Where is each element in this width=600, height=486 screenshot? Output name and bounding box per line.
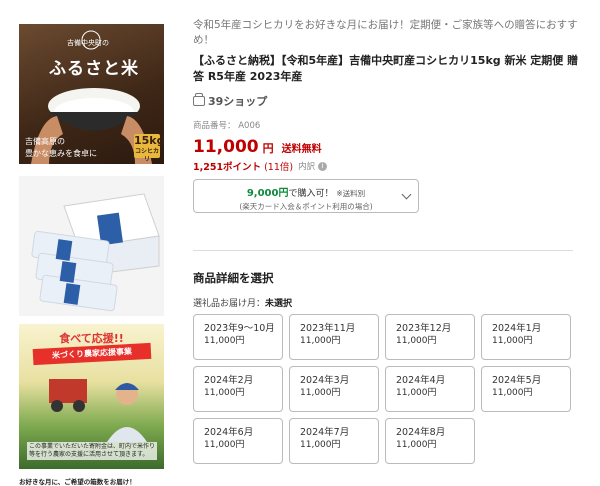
option-2024-04[interactable]: 2024年4月 11,000円 [385,366,475,412]
points-breakdown-link[interactable]: 内訳 [298,160,315,172]
weight-badge-amount: 15kg [134,134,164,147]
rice-image-sub-label: 吉備中央町の [67,39,109,47]
price-value: 11,000 [193,137,259,157]
rice-bags-illustration [31,193,160,312]
option-2023-11[interactable]: 2023年11月 11,000円 [289,314,379,360]
option-date: 2023年12月 [396,323,452,334]
option-price: 11,000円 [492,336,533,346]
card-offer-condition: (楽天カード入会＆ポイント利用の場合) [239,202,373,211]
option-date: 2024年6月 [204,427,254,438]
option-2023-12[interactable]: 2023年12月 11,000円 [385,314,475,360]
card-offer-dropdown[interactable]: 9,000円で購入可！ ※送料別 (楽天カード入会＆ポイント利用の場合) [193,179,419,213]
option-price: 11,000円 [300,388,341,398]
product-title: 【ふるさと納税】【令和5年産】吉備中央町産コシヒカリ15kg 新米 定期便 贈答… [193,54,579,83]
info-icon[interactable]: i [318,161,328,171]
option-2024-01[interactable]: 2024年1月 11,000円 [481,314,571,360]
option-date: 2024年8月 [396,427,446,438]
farmer-image-caption: この事業でいただいた寄附金は、町内で米作り等を行う農家の支援に活用させて頂きます… [27,442,157,460]
price-unit: 円 [262,142,274,155]
product-image-rice-bags[interactable] [19,176,164,316]
option-price: 11,000円 [204,388,245,398]
price-row: 11,000 円 送料無料 [193,137,583,157]
card-offer-text: で購入可！ [288,189,334,199]
selection-heading: 商品詳細を選択 [193,271,274,285]
option-2024-06[interactable]: 2024年6月 11,000円 [193,418,283,464]
points-multiplier: (11倍) [264,162,294,173]
option-price: 11,000円 [300,440,341,450]
option-date: 2024年4月 [396,375,446,386]
option-2024-07[interactable]: 2024年7月 11,000円 [289,418,379,464]
option-2023-09-10[interactable]: 2023年9～10月 11,000円 [193,314,283,360]
product-image-rice-bowl[interactable]: 吉備中央町の ふるさと米 吉備高原の 豊かな恵みを食卓に 15kg コシヒカリ [19,24,164,164]
option-date: 2023年11月 [300,323,356,334]
catch-copy: 令和5年産コシヒカリをお好きな月にお届け！定期便・ご家族等への贈答におすすめ！ [193,19,578,46]
selection-status: 選礼品お届け月：未選択 [193,296,292,309]
rice-image-tagline: 吉備高原の 豊かな恵みを食卓に [25,136,97,160]
product-code-label: 商品番号： [193,121,236,131]
tagline-line-1: 吉備高原の [25,137,65,146]
option-date: 2023年9～10月 [204,323,275,334]
product-info: 令和5年産コシヒカリをお好きな月にお届け！定期便・ご家族等への贈答におすすめ！ … [193,18,583,213]
image-footnote: お好きな月に、ご希望の箱数をお届け！ [19,478,136,486]
tagline-line-2: 豊かな恵みを食卓に [25,149,97,158]
weight-badge: 15kg コシヒカリ [134,134,164,163]
selection-label: 選礼品お届け月： [193,299,266,309]
option-2024-02[interactable]: 2024年2月 11,000円 [193,366,283,412]
product-code-value: A006 [238,121,261,131]
card-offer-line: 9,000円で購入可！ ※送料別 [194,184,418,199]
option-date: 2024年1月 [492,323,542,334]
card-offer-price: 9,000円 [246,188,289,199]
option-date: 2024年2月 [204,375,254,386]
option-2024-03[interactable]: 2024年3月 11,000円 [289,366,379,412]
option-2024-08[interactable]: 2024年8月 11,000円 [385,418,475,464]
option-price: 11,000円 [300,336,341,346]
option-date: 2024年3月 [300,375,350,386]
option-price: 11,000円 [204,336,245,346]
option-price: 11,000円 [492,388,533,398]
points-value: 1,251ポイント [193,162,262,173]
shipping-badge: 送料無料 [281,144,322,155]
shop-icon [193,93,205,106]
option-price: 11,000円 [396,440,437,450]
point-row: 1,251ポイント (11倍) 内訳 i [193,159,583,173]
shop-link[interactable]: 39ショップ [193,93,583,109]
product-code: 商品番号： A006 [193,119,583,131]
card-offer-note: ※送料別 [336,189,366,198]
weight-badge-variety: コシヒカリ [134,148,159,163]
shop-name: 39ショップ [208,95,268,108]
section-divider [193,250,573,251]
product-image-farmer[interactable]: 食べて応援!! 米づくり農家応援事業 この事業でいただいた寄附金は、町内で米作り… [19,324,164,469]
option-price: 11,000円 [396,336,437,346]
rice-image-brand-name: ふるさと米 [49,59,139,79]
option-date: 2024年7月 [300,427,350,438]
option-date: 2024年5月 [492,375,542,386]
option-price: 11,000円 [396,388,437,398]
selection-value: 未選択 [265,299,293,309]
option-2024-05[interactable]: 2024年5月 11,000円 [481,366,571,412]
option-price: 11,000円 [204,440,245,450]
